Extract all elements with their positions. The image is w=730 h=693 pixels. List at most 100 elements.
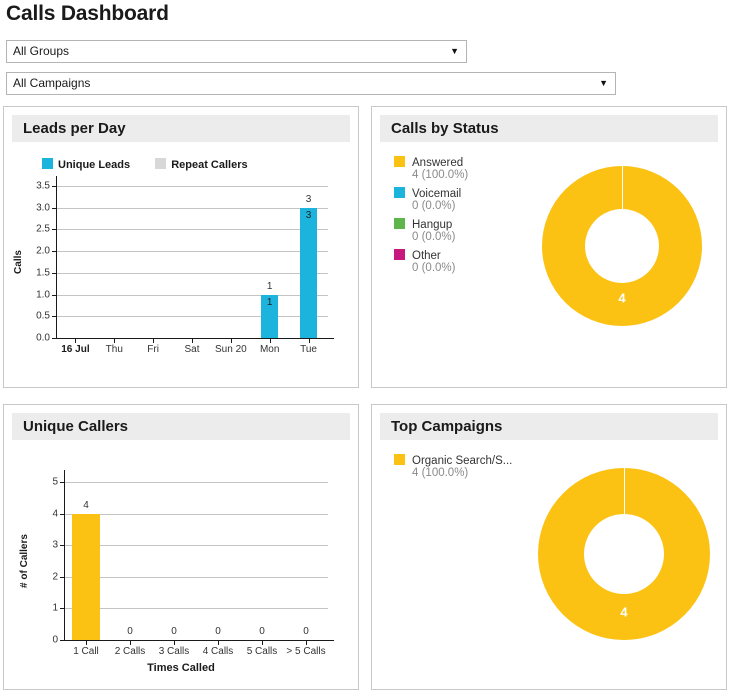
legend-entry-repeat-callers[interactable]: Repeat Callers — [155, 158, 248, 171]
y-axis-tick-label: 0 — [52, 634, 58, 646]
campaign-filter-select[interactable]: All Campaigns ▼ — [6, 72, 616, 95]
x-axis-tick-label: 2 Calls — [114, 646, 146, 657]
panel-body-leads-per-day: Unique Leads Repeat Callers Calls 1 1 3 3 0.0… — [12, 142, 350, 379]
bar[interactable] — [72, 513, 100, 640]
x-axis-tick-mark — [114, 339, 116, 343]
gridline — [56, 229, 328, 231]
panel-top-campaigns: Top Campaigns Organic Search/S... 4 (100.… — [371, 404, 727, 690]
x-axis-tick-label: Tue — [300, 344, 317, 355]
legend-item[interactable]: Voicemail 0 (0.0%) — [394, 187, 468, 212]
donut-hole — [584, 514, 664, 594]
x-axis-tick-label: 1 Call — [73, 646, 99, 657]
x-axis-tick-mark — [192, 339, 193, 343]
legend-label: Unique Leads — [58, 159, 131, 171]
campaign-filter-value: All Campaigns — [13, 76, 91, 90]
legend-item[interactable]: Other 0 (0.0%) — [394, 249, 468, 274]
x-axis-tick-mark — [174, 641, 175, 645]
panel-title-calls-by-status: Calls by Status — [380, 115, 718, 142]
legend-label-line: Other — [394, 249, 468, 262]
x-axis-line — [64, 640, 334, 641]
legend-label-line: Answered — [394, 156, 468, 169]
panel-inner: Unique Callers # of Callers 4 0 0 0 0 0 0 1 2 3 4 5 1… — [12, 413, 350, 681]
x-axis-tick-mark — [262, 641, 263, 645]
x-axis-tick-mark — [75, 339, 77, 343]
y-axis-line — [64, 470, 65, 640]
panel-body-calls-by-status: Answered 4 (100.0%) Voicemail 0 (0.0%) Hangu… — [380, 142, 718, 379]
legend-entry-unique-leads[interactable]: Unique Leads — [42, 158, 130, 171]
bar-value-label: 0 — [259, 626, 265, 637]
x-axis-tick-mark — [230, 339, 232, 343]
donut-slice-value-label: 4 — [620, 604, 628, 620]
legend-label: Organic Search/S... — [412, 455, 513, 467]
legend-label: Answered — [412, 157, 464, 169]
x-axis-tick-mark — [86, 641, 87, 645]
gridline — [56, 186, 328, 187]
chevron-down-icon: ▼ — [599, 78, 608, 88]
x-axis-tick-mark — [269, 339, 271, 343]
gridline — [64, 513, 328, 515]
legend-label-line: Voicemail — [394, 187, 468, 200]
donut-chart-top-campaigns[interactable]: 4 — [538, 468, 710, 640]
y-axis-tick-label: 2 — [52, 571, 58, 583]
bar-value-label: 4 — [83, 499, 89, 511]
gridline — [56, 316, 328, 318]
x-axis-tick-label: Thu — [105, 344, 123, 355]
chart-leads-per-day: Calls 1 1 3 3 0.0 0.5 1.0 1.5 2.0 2.5 3.0 3.5 16 Jul T… — [12, 176, 350, 388]
legend-label: Voicemail — [412, 188, 462, 200]
bar-value-label: 0 — [215, 626, 221, 637]
donut-chart-calls-by-status[interactable]: 4 — [542, 166, 702, 326]
x-axis-tick-mark — [130, 641, 131, 645]
gridline — [56, 294, 328, 296]
donut-hole — [585, 209, 659, 283]
chart-legend-leads: Unique Leads Repeat Callers — [42, 158, 270, 171]
slice-divider — [622, 166, 623, 209]
legend-swatch-icon — [42, 158, 53, 169]
x-axis-title: Times Called — [147, 662, 215, 674]
panel-unique-callers: Unique Callers # of Callers 4 0 0 0 0 0 0 1 2 3 4 5 1… — [3, 404, 359, 690]
legend-swatch-icon — [394, 218, 405, 229]
y-axis-tick-label: 3 — [52, 539, 58, 551]
chart-legend-status: Answered 4 (100.0%) Voicemail 0 (0.0%) Hangu… — [394, 156, 468, 280]
plot-area: 4 0 0 0 0 0 — [64, 482, 328, 640]
legend-label-line: Organic Search/S... — [394, 454, 512, 467]
x-axis-tick-mark — [308, 339, 310, 343]
legend-swatch-icon — [155, 158, 167, 169]
bar-value-label: 0 — [303, 626, 309, 637]
panel-body-unique-callers: # of Callers 4 0 0 0 0 0 0 1 2 3 4 5 1 Call 2 Calls 3 C… — [12, 440, 350, 681]
gridline — [56, 207, 328, 209]
x-axis-tick-label: 3 Calls — [158, 646, 190, 657]
legend-label: Hangup — [412, 219, 453, 231]
panel-body-top-campaigns: Organic Search/S... 4 (100.0%) 4 — [380, 440, 718, 681]
y-axis-tick-label: 1.5 — [36, 267, 50, 279]
legend-item[interactable]: Answered 4 (100.0%) — [394, 156, 468, 181]
legend-value: 4 (100.0%) — [412, 169, 469, 181]
panel-inner: Calls by Status Answered 4 (100.0%) Voicem… — [380, 115, 718, 379]
panel-title-top-campaigns: Top Campaigns — [380, 413, 718, 440]
y-axis-tick-label: 2.0 — [36, 245, 50, 257]
gridline — [64, 545, 328, 547]
gridline — [56, 251, 328, 253]
group-filter-value: All Groups — [13, 44, 70, 58]
bar-value-label: 0 — [127, 626, 133, 637]
legend-value: 4 (100.0%) — [412, 467, 469, 479]
panel-leads-per-day: Leads per Day Unique Leads Repeat Caller… — [3, 106, 359, 388]
y-axis-tick-label: 1 — [52, 602, 58, 614]
bar[interactable] — [300, 207, 318, 338]
x-axis-tick-label: Mon — [259, 344, 280, 355]
legend-label: Other — [412, 250, 441, 262]
x-axis-tick-label: Sun 20 — [214, 344, 247, 355]
x-axis-tick-label: Sat — [184, 344, 200, 355]
x-axis-tick-mark — [306, 641, 307, 645]
chart-unique-callers: # of Callers 4 0 0 0 0 0 0 1 2 3 4 5 1 Call 2 Calls 3 C… — [12, 458, 350, 690]
y-axis-tick-label: 0.5 — [36, 310, 50, 322]
y-axis-label: Calls — [13, 250, 24, 274]
x-axis-tick-mark — [218, 641, 219, 645]
panel-calls-by-status: Calls by Status Answered 4 (100.0%) Voicem… — [371, 106, 727, 388]
gridline — [64, 608, 328, 610]
bar-inside-label: 3 — [305, 209, 312, 221]
bar-value-label: 3 — [305, 193, 312, 205]
group-filter-select[interactable]: All Groups ▼ — [6, 40, 467, 63]
legend-item[interactable]: Hangup 0 (0.0%) — [394, 218, 468, 243]
x-axis-tick-label: 5 Calls — [246, 646, 278, 657]
legend-item[interactable]: Organic Search/S... 4 (100.0%) — [394, 454, 512, 479]
